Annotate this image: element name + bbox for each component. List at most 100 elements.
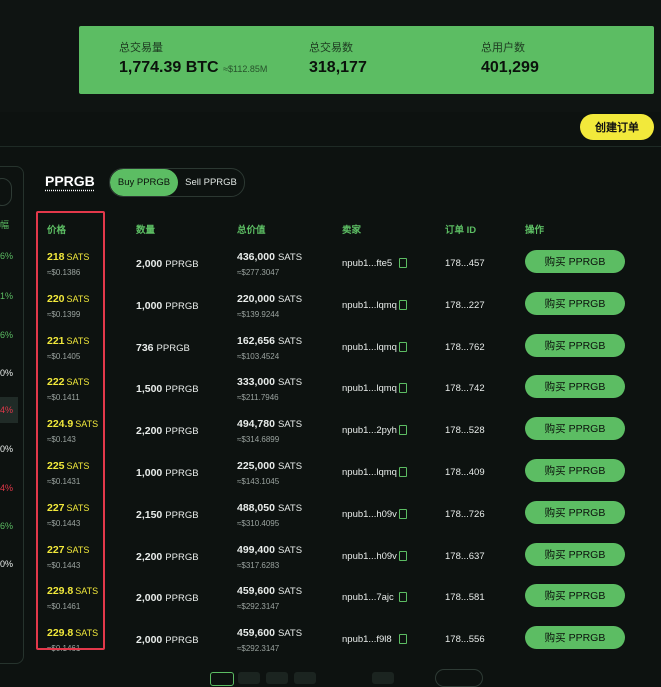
total-unit: SATS	[277, 586, 303, 598]
quantity-unit: PPRGB	[165, 384, 199, 396]
total-number: 436,000	[237, 251, 275, 263]
total-usd: ≈$103.4524	[237, 351, 280, 361]
create-order-button[interactable]: 创建订单	[580, 114, 654, 140]
buy-button[interactable]: 购买 PPRGB	[525, 375, 625, 399]
stat-volume-value: 1,774.39 BTC ≈$112.85M	[119, 59, 267, 77]
seller-address: npub1...lqmq	[342, 341, 397, 353]
copy-icon[interactable]	[399, 508, 407, 519]
total-number: 220,000	[237, 292, 275, 305]
copy-icon[interactable]	[399, 258, 407, 268]
quantity-unit: PPRGB	[165, 259, 199, 270]
buy-button[interactable]: 购买 PPRGB	[525, 250, 625, 273]
copy-icon[interactable]	[399, 341, 407, 352]
quantity-number: 1,500	[136, 383, 163, 396]
total-usd: ≈$277.3047	[237, 268, 280, 277]
seller-address: npub1...fte5	[342, 258, 393, 269]
stat-users-value: 401,299	[481, 59, 539, 76]
token-title[interactable]: PPRGB	[45, 173, 95, 189]
total-unit: SATS	[277, 544, 303, 556]
total-number: 162,656	[237, 334, 275, 347]
copy-icon[interactable]	[399, 467, 407, 477]
order-id: 178...556	[445, 634, 485, 646]
total-value: 436,000 SATS	[237, 251, 302, 263]
total-unit: SATS	[277, 377, 303, 389]
total-unit: SATS	[277, 419, 303, 431]
quantity-number: 2,200	[136, 425, 163, 438]
pagination-page-4[interactable]	[294, 672, 316, 684]
tab-buy[interactable]: Buy PPRGB	[110, 169, 178, 196]
total-value: 220,000 SATS	[237, 293, 302, 305]
copy-icon[interactable]	[399, 383, 407, 394]
buy-button[interactable]: 购买 PPRGB	[525, 500, 625, 524]
buy-button[interactable]: 购买 PPRGB	[525, 459, 625, 482]
total-usd: ≈$292.3147	[237, 644, 280, 654]
seller-address: npub1...lqmq	[342, 383, 397, 395]
order-id: 178...581	[445, 592, 485, 604]
page-size-select[interactable]	[435, 669, 483, 687]
total-usd: ≈$211.7946	[237, 393, 279, 403]
total-unit: SATS	[277, 461, 303, 472]
seller-address: npub1...h09v	[342, 508, 397, 520]
total-unit: SATS	[277, 502, 303, 514]
quantity-unit: PPRGB	[165, 551, 199, 563]
stat-volume-usd: ≈$112.85M	[223, 64, 268, 74]
copy-icon[interactable]	[399, 425, 407, 436]
quantity-number: 2,000	[136, 634, 163, 647]
quantity-number: 2,150	[136, 508, 163, 521]
quantity-unit: PPRGB	[156, 342, 190, 354]
quantity-number: 2,000	[136, 258, 163, 270]
quantity-number: 1,000	[136, 467, 163, 479]
quantity-value: 2,000 PPRGB	[136, 634, 199, 646]
quantity-value: 1,000 PPRGB	[136, 467, 199, 479]
quantity-unit: PPRGB	[165, 300, 199, 312]
buy-sell-toggle: Buy PPRGB Sell PPRGB	[109, 168, 245, 197]
copy-icon[interactable]	[399, 550, 407, 561]
quantity-unit: PPRGB	[165, 468, 199, 479]
buy-button[interactable]: 购买 PPRGB	[525, 417, 625, 441]
total-number: 459,600	[237, 585, 275, 598]
quantity-value: 1,500 PPRGB	[136, 383, 199, 395]
seller-address: npub1...7ajc	[342, 592, 394, 604]
column-header-seller: 卖家	[342, 225, 362, 236]
order-id: 178...528	[445, 425, 485, 437]
order-id: 178...726	[445, 508, 485, 520]
tab-sell[interactable]: Sell PPRGB	[178, 169, 244, 196]
total-value: 494,780 SATS	[237, 418, 302, 430]
column-header-order-id: 订单 ID	[445, 225, 477, 236]
quantity-unit: PPRGB	[165, 635, 199, 647]
quantity-value: 2,200 PPRGB	[136, 425, 199, 437]
quantity-unit: PPRGB	[165, 426, 199, 438]
buy-button[interactable]: 购买 PPRGB	[525, 584, 625, 608]
total-number: 225,000	[237, 460, 275, 472]
total-number: 499,400	[237, 543, 275, 556]
total-number: 488,050	[237, 501, 275, 514]
stat-trades-value: 318,177	[309, 59, 367, 76]
total-unit: SATS	[277, 252, 303, 263]
total-usd: ≈$314.6899	[237, 435, 280, 445]
total-value: 162,656 SATS	[237, 335, 302, 347]
price-column-highlight-box	[36, 211, 105, 650]
total-usd: ≈$139.9244	[237, 309, 280, 319]
copy-icon[interactable]	[399, 299, 407, 310]
pagination-page-1[interactable]	[210, 672, 234, 686]
total-usd: ≈$317.6283	[237, 560, 280, 570]
buy-button[interactable]: 购买 PPRGB	[525, 333, 625, 357]
order-id: 178...742	[445, 383, 485, 395]
buy-button[interactable]: 购买 PPRGB	[525, 291, 625, 315]
pagination-page-2[interactable]	[238, 672, 260, 684]
stat-volume-btc: 1,774.39 BTC	[119, 59, 219, 76]
copy-icon[interactable]	[399, 592, 407, 603]
quantity-value: 2,000 PPRGB	[136, 258, 199, 270]
pagination-page-3[interactable]	[266, 672, 288, 684]
copy-icon[interactable]	[399, 634, 407, 645]
buy-button[interactable]: 购买 PPRGB	[525, 626, 625, 650]
order-id: 178...457	[445, 258, 485, 269]
pagination-next[interactable]	[372, 672, 394, 684]
quantity-number: 736	[136, 341, 154, 354]
column-header-quantity: 数量	[136, 225, 156, 236]
total-usd: ≈$310.4095	[237, 518, 280, 528]
total-value: 333,000 SATS	[237, 376, 302, 388]
seller-address: npub1...lqmq	[342, 467, 397, 478]
buy-button[interactable]: 购买 PPRGB	[525, 542, 625, 566]
stat-users-label: 总用户数	[481, 42, 525, 54]
